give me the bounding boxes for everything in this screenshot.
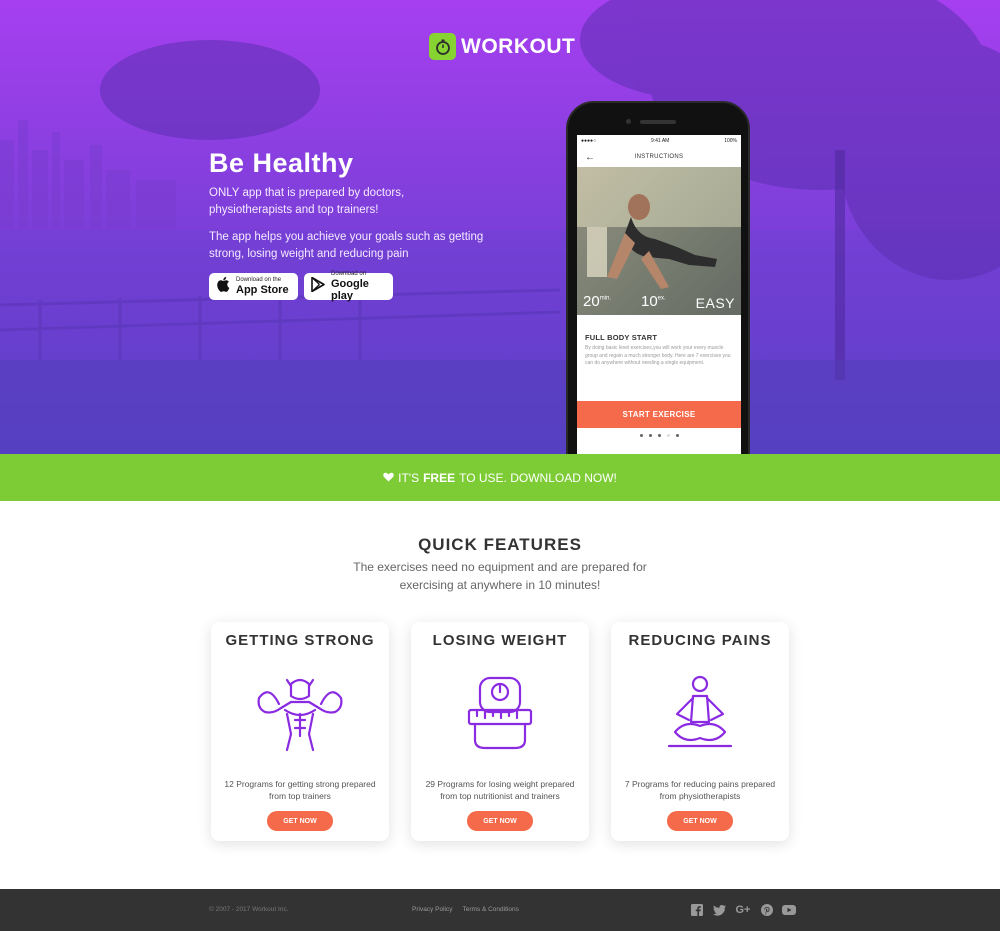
- phone-screen: ●●●●○ 9:41 AM 100% ← INSTRUCTIONS 20min.…: [577, 135, 741, 454]
- features-title: QUICK FEATURES: [418, 535, 582, 554]
- heart-icon: [383, 471, 394, 485]
- hero-background-scene: [0, 0, 1000, 454]
- free-download-banner[interactable]: IT'S FREE TO USE. DOWNLOAD NOW!: [0, 454, 1000, 501]
- privacy-policy-link[interactable]: Privacy Policy: [412, 906, 452, 913]
- card-title: GETTING STRONG: [225, 632, 375, 649]
- get-now-button-losing-weight[interactable]: GET NOW: [467, 811, 533, 831]
- features-subtitle: The exercises need no equipment and are …: [353, 560, 647, 592]
- banner-prefix: IT'S: [398, 470, 420, 485]
- status-bar: ●●●●○ 9:41 AM 100%: [577, 135, 741, 147]
- youtube-icon[interactable]: [782, 903, 796, 917]
- pinterest-icon[interactable]: [760, 903, 774, 917]
- workout-details: FULL BODY START By doing basic level exe…: [577, 315, 741, 368]
- screen-nav: ← INSTRUCTIONS: [577, 147, 741, 167]
- copyright-text: © 2007 - 2017 Workout Inc.: [209, 906, 289, 913]
- hero-title: Be Healthy: [209, 148, 354, 178]
- page-indicator: [577, 434, 741, 437]
- workout-description: By doing basic level exercises,you will …: [585, 345, 731, 366]
- status-time: 9:41 AM: [650, 138, 670, 144]
- banner-suffix: TO USE. DOWNLOAD NOW!: [459, 470, 617, 485]
- footer-links: Privacy Policy Terms & Conditions: [412, 906, 519, 913]
- phone-speaker: [640, 120, 676, 124]
- store-buttons: Download on the App Store Download on Go…: [209, 271, 393, 302]
- workout-stats: 20min. 10ex. EASY: [583, 293, 735, 311]
- workout-photo: 20min. 10ex. EASY: [577, 167, 741, 315]
- hero-section: WORKOUT Be Healthy ONLY app that is prep…: [0, 0, 1000, 454]
- social-links: G+: [690, 903, 796, 917]
- app-store-small-label: Download on the: [236, 277, 282, 283]
- play-triangle-icon: [311, 276, 325, 297]
- feature-card-getting-strong: GETTING STRONG 12 Programs for getting s…: [211, 622, 389, 841]
- footer: © 2007 - 2017 Workout Inc. Privacy Polic…: [0, 889, 1000, 931]
- get-now-button-getting-strong[interactable]: GET NOW: [267, 811, 333, 831]
- banner-free: FREE: [423, 470, 456, 485]
- app-store-label: App Store: [236, 284, 289, 296]
- back-arrow-icon[interactable]: ←: [585, 152, 595, 163]
- stopwatch-icon: [429, 33, 456, 60]
- scale-tape-icon: [467, 676, 533, 750]
- screen-title: INSTRUCTIONS: [634, 154, 684, 160]
- feature-card-losing-weight: LOSING WEIGHT 29 Programs for losing wei…: [411, 622, 589, 841]
- card-description: 7 Programs for reducing pains prepared f…: [624, 779, 776, 801]
- app-store-button[interactable]: Download on the App Store: [209, 273, 298, 300]
- phone-camera: [626, 119, 631, 124]
- start-exercise-button[interactable]: START EXERCISE: [577, 401, 741, 428]
- google-plus-icon[interactable]: G+: [734, 903, 752, 917]
- signal-icon: ●●●●○: [581, 138, 597, 144]
- feature-cards: GETTING STRONG 12 Programs for getting s…: [211, 622, 789, 841]
- feature-card-reducing-pains: REDUCING PAINS 7 Programs for reducing p…: [611, 622, 789, 841]
- card-title: LOSING WEIGHT: [432, 632, 568, 649]
- muscle-man-icon: [257, 678, 343, 752]
- brand-name: WORKOUT: [461, 34, 576, 58]
- apple-icon: [216, 276, 230, 297]
- twitter-icon[interactable]: [712, 903, 726, 917]
- facebook-icon[interactable]: [690, 903, 704, 917]
- hero-paragraph-1: ONLY app that is prepared by doctors, ph…: [209, 187, 405, 216]
- get-now-button-reducing-pains[interactable]: GET NOW: [667, 811, 733, 831]
- card-description: 29 Programs for losing weight prepared f…: [425, 779, 575, 801]
- hero-copy: Be Healthy ONLY app that is prepared by …: [209, 148, 489, 273]
- card-title: REDUCING PAINS: [628, 632, 772, 649]
- hero-paragraph-2: The app helps you achieve your goals suc…: [209, 231, 484, 260]
- google-play-button[interactable]: Download on Google play: [304, 271, 393, 302]
- phone-mockup: ●●●●○ 9:41 AM 100% ← INSTRUCTIONS 20min.…: [566, 101, 750, 454]
- meditation-icon: [667, 675, 733, 748]
- duration-stat: 20min.: [583, 293, 612, 310]
- difficulty-label: EASY: [695, 295, 735, 311]
- terms-link[interactable]: Terms & Conditions: [462, 906, 518, 913]
- google-play-small-label: Download on: [331, 271, 367, 277]
- card-description: 12 Programs for getting strong prepared …: [224, 779, 376, 801]
- exercise-count-stat: 10ex.: [640, 293, 666, 310]
- workout-title: FULL BODY START: [585, 333, 658, 342]
- google-play-label: Google play: [331, 278, 369, 302]
- brand-logo[interactable]: WORKOUT: [429, 33, 575, 60]
- battery-level: 100%: [724, 138, 737, 144]
